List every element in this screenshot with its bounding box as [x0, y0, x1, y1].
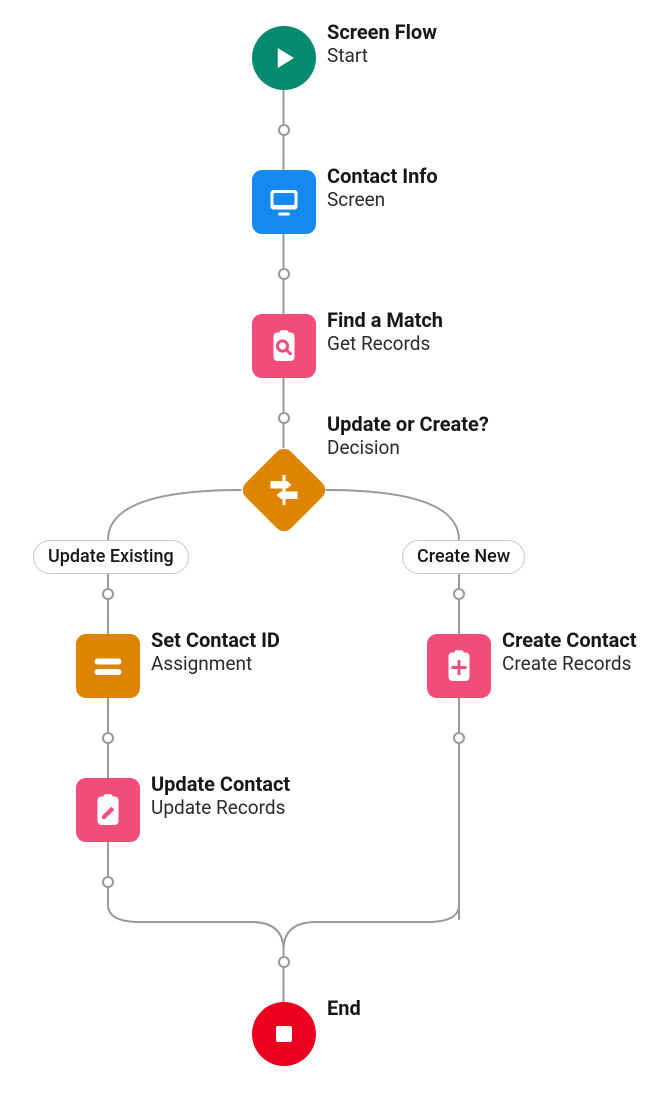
- port[interactable]: [453, 588, 465, 600]
- node-title: Update or Create?: [327, 412, 489, 436]
- node-subtitle: Create Records: [502, 652, 637, 675]
- node-subtitle: Decision: [327, 436, 489, 459]
- screen-node[interactable]: [252, 170, 316, 234]
- port[interactable]: [102, 876, 114, 888]
- node-subtitle: Screen: [327, 188, 438, 211]
- start-label: Screen Flow Start: [327, 20, 437, 67]
- port[interactable]: [102, 732, 114, 744]
- branch-pill-left[interactable]: Update Existing: [33, 540, 189, 574]
- node-subtitle: Start: [327, 44, 437, 67]
- clipboard-search-icon: [266, 328, 302, 364]
- flow-canvas: Screen Flow Start Contact Info Screen Fi…: [0, 0, 664, 1100]
- stop-icon: [272, 1022, 296, 1046]
- branch-pill-right[interactable]: Create New: [402, 540, 525, 574]
- assignment-node[interactable]: [76, 634, 140, 698]
- get-records-label: Find a Match Get Records: [327, 308, 443, 355]
- decision-label: Update or Create? Decision: [327, 412, 489, 459]
- port[interactable]: [278, 268, 290, 280]
- node-title: Screen Flow: [327, 20, 437, 44]
- port[interactable]: [278, 412, 290, 424]
- play-icon: [269, 43, 299, 73]
- node-subtitle: Assignment: [151, 652, 280, 675]
- node-title: Create Contact: [502, 628, 637, 652]
- update-records-node[interactable]: [76, 778, 140, 842]
- screen-label: Contact Info Screen: [327, 164, 438, 211]
- start-node[interactable]: [252, 26, 316, 90]
- port[interactable]: [278, 956, 290, 968]
- monitor-icon: [266, 184, 302, 220]
- branch-label: Update Existing: [48, 546, 174, 567]
- signpost-icon: [266, 472, 302, 508]
- node-title: Contact Info: [327, 164, 438, 188]
- assignment-label: Set Contact ID Assignment: [151, 628, 280, 675]
- node-subtitle: Update Records: [151, 796, 290, 819]
- branch-label: Create New: [417, 546, 510, 567]
- clipboard-pencil-icon: [90, 792, 126, 828]
- end-label: End: [327, 996, 361, 1020]
- equals-icon: [90, 648, 126, 684]
- update-records-label: Update Contact Update Records: [151, 772, 290, 819]
- port[interactable]: [453, 732, 465, 744]
- node-subtitle: Get Records: [327, 332, 443, 355]
- create-records-node[interactable]: [427, 634, 491, 698]
- port[interactable]: [278, 124, 290, 136]
- create-records-label: Create Contact Create Records: [502, 628, 637, 675]
- node-title: Find a Match: [327, 308, 443, 332]
- node-title: Set Contact ID: [151, 628, 280, 652]
- port[interactable]: [102, 588, 114, 600]
- node-title: Update Contact: [151, 772, 290, 796]
- end-node[interactable]: [252, 1002, 316, 1066]
- get-records-node[interactable]: [252, 314, 316, 378]
- clipboard-plus-icon: [441, 648, 477, 684]
- decision-node[interactable]: [242, 448, 326, 532]
- node-title: End: [327, 996, 361, 1020]
